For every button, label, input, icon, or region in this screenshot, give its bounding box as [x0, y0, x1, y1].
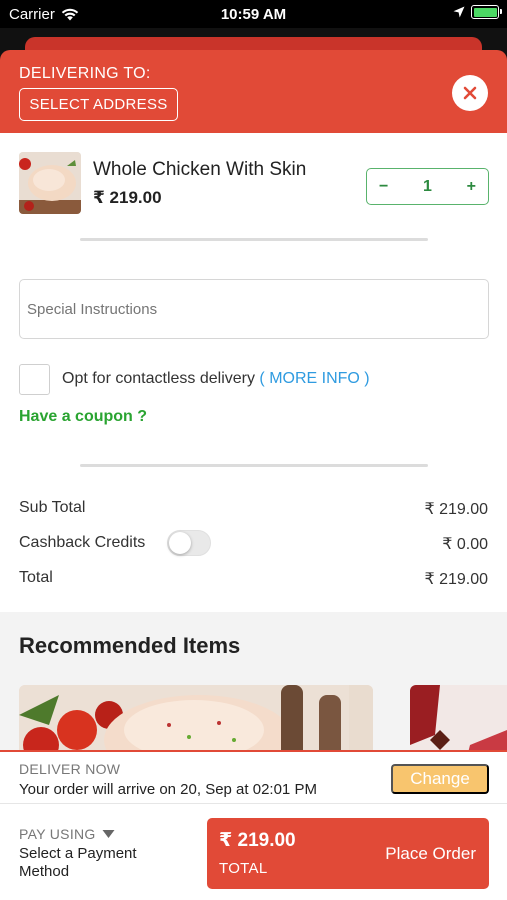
- delivery-time-bar: DELIVER NOW Your order will arrive on 20…: [0, 750, 507, 803]
- select-address-button[interactable]: SELECT ADDRESS: [19, 88, 178, 121]
- chicken-image: [19, 152, 81, 214]
- quantity-value: 1: [423, 177, 432, 195]
- battery-icon: [471, 5, 502, 19]
- more-info-link[interactable]: ( MORE INFO ): [259, 370, 369, 387]
- product-name: Whole Chicken With Skin: [93, 159, 307, 180]
- total-value: ₹ 219.00: [424, 571, 488, 588]
- arrival-time-text: Your order will arrive on 20, Sep at 02:…: [19, 781, 317, 798]
- increase-quantity-button[interactable]: +: [467, 178, 476, 196]
- payment-selector[interactable]: PAY USING: [19, 826, 115, 842]
- divider: [80, 464, 428, 467]
- quantity-stepper: − 1 +: [366, 168, 489, 205]
- place-order-label: Place Order: [385, 844, 476, 863]
- coupon-link[interactable]: Have a coupon ?: [19, 408, 147, 426]
- cashback-credits-value: ₹ 0.00: [442, 536, 488, 553]
- order-total-amount: ₹ 219.00: [219, 830, 296, 851]
- sub-total-label: Sub Total: [19, 499, 86, 516]
- location-arrow-icon: [453, 6, 465, 18]
- delivery-header: DELIVERING TO: SELECT ADDRESS: [0, 50, 507, 133]
- cashback-toggle[interactable]: [167, 530, 211, 556]
- status-bar: Carrier 10:59 AM: [0, 0, 507, 28]
- contactless-checkbox[interactable]: [19, 364, 50, 395]
- change-delivery-button[interactable]: Change: [391, 764, 489, 794]
- total-label: Total: [19, 569, 53, 586]
- sub-total-value: ₹ 219.00: [424, 501, 488, 518]
- clock: 10:59 AM: [220, 6, 287, 23]
- decrease-quantity-button[interactable]: −: [379, 178, 388, 196]
- divider: [80, 238, 428, 241]
- special-instructions-input[interactable]: [19, 279, 489, 339]
- product-price: ₹ 219.00: [93, 188, 162, 207]
- close-icon: [463, 86, 477, 100]
- place-order-button[interactable]: ₹ 219.00 TOTAL Place Order: [207, 818, 489, 889]
- recommended-section: Recommended Items: [0, 612, 507, 765]
- payment-method-text[interactable]: Select a Payment Method: [19, 845, 169, 881]
- contactless-option: Opt for contactless delivery ( MORE INFO…: [62, 370, 370, 388]
- status-icons: [453, 5, 502, 19]
- close-button[interactable]: [452, 75, 488, 111]
- order-total-label: TOTAL: [219, 860, 268, 877]
- pay-using-label: PAY USING: [19, 826, 96, 842]
- checkout-footer: PAY USING Select a Payment Method ₹ 219.…: [0, 803, 507, 900]
- delivery-mode-label: DELIVER NOW: [19, 761, 121, 777]
- contactless-label: Opt for contactless delivery: [62, 370, 255, 387]
- recommended-title: Recommended Items: [19, 633, 241, 658]
- delivering-to-label: DELIVERING TO:: [19, 65, 151, 82]
- product-thumbnail: [19, 152, 81, 214]
- caret-down-icon: [102, 830, 115, 838]
- cashback-credits-label: Cashback Credits: [19, 534, 146, 551]
